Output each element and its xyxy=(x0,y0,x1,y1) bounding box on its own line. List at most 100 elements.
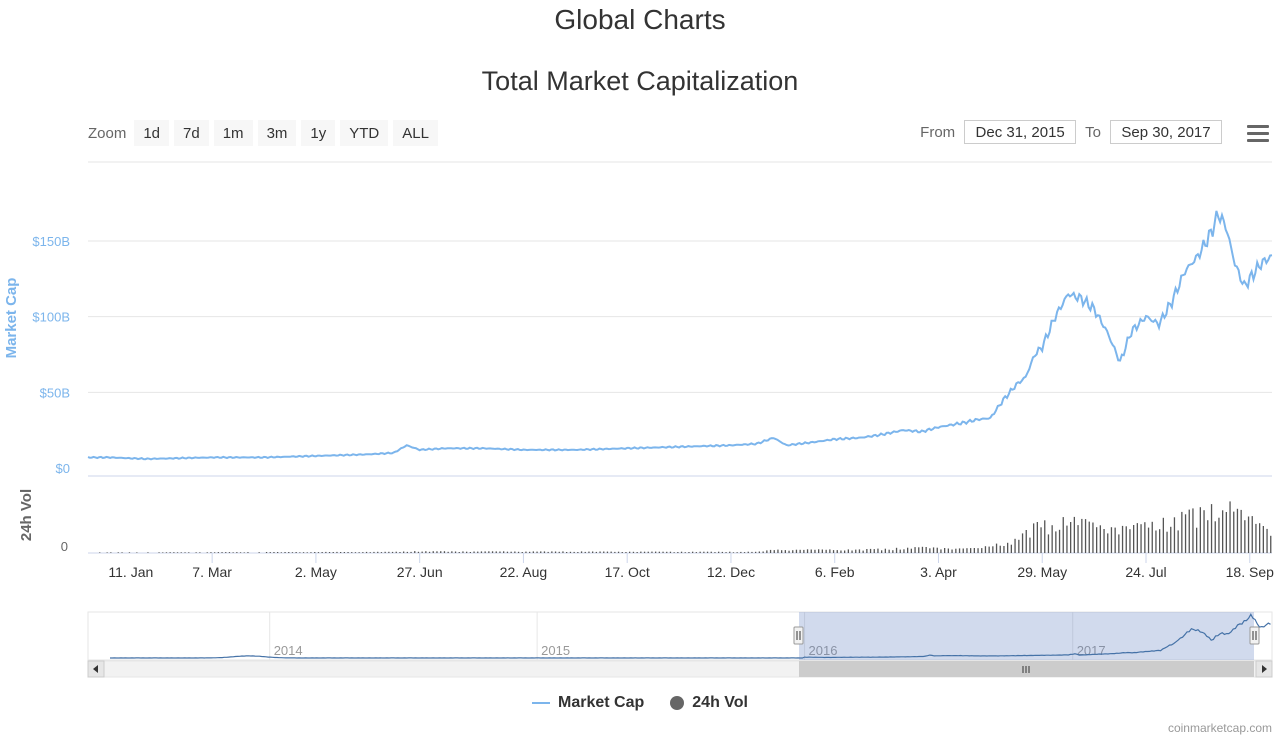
to-label: To xyxy=(1085,123,1101,141)
volume-bar xyxy=(343,552,345,553)
legend-item-market-cap[interactable]: Market Cap xyxy=(532,694,644,712)
volume-bar xyxy=(284,552,286,553)
volume-bar xyxy=(495,551,497,553)
scroll-right-button[interactable] xyxy=(1255,660,1273,678)
volume-bar xyxy=(291,552,294,553)
volume-bar xyxy=(695,552,697,553)
volume-bar xyxy=(1007,542,1009,553)
volume-bar xyxy=(1244,520,1246,553)
volume-bar xyxy=(488,551,490,553)
zoom-all-button[interactable]: ALL xyxy=(393,120,438,146)
volume-bar xyxy=(354,552,357,553)
volume-bar xyxy=(966,548,968,553)
volume-bar xyxy=(1047,534,1050,553)
volume-bar xyxy=(162,552,164,553)
navigator-left-handle[interactable] xyxy=(793,626,804,645)
hamburger-menu-icon[interactable] xyxy=(1244,122,1272,146)
volume-bar xyxy=(1199,507,1201,553)
volume-bar xyxy=(640,551,642,553)
zoom-7d-button[interactable]: 7d xyxy=(174,120,209,146)
volume-bar xyxy=(280,552,282,553)
volume-bar xyxy=(1133,525,1135,553)
volume-bar xyxy=(380,552,383,553)
volume-bar xyxy=(147,552,149,553)
volume-bar xyxy=(436,551,438,553)
volume-bar xyxy=(1129,529,1131,553)
volume-bar xyxy=(732,552,735,553)
legend-item-24h-vol[interactable]: 24h Vol xyxy=(670,694,748,712)
volume-bar xyxy=(1259,523,1261,553)
volume-bar xyxy=(762,551,764,553)
zoom-controls: Zoom 1d 7d 1m 3m 1y YTD ALL xyxy=(88,120,443,146)
volume-bar xyxy=(984,546,987,553)
volume-bar xyxy=(1044,520,1046,553)
zoom-1y-button[interactable]: 1y xyxy=(301,120,336,146)
legend-label: 24h Vol xyxy=(692,694,748,711)
volume-bar xyxy=(221,552,223,553)
navigator-selected-range[interactable] xyxy=(799,612,1254,660)
volume-bar xyxy=(551,551,553,553)
volume-bar xyxy=(1051,525,1053,553)
zoom-3m-button[interactable]: 3m xyxy=(257,120,297,146)
volume-bar xyxy=(458,552,460,553)
volume-bar xyxy=(973,548,975,553)
volume-bar xyxy=(510,551,512,553)
volume-bar xyxy=(373,551,375,553)
volume-bar xyxy=(614,551,616,553)
volume-bar xyxy=(558,551,560,553)
to-date-input[interactable] xyxy=(1110,120,1222,144)
volume-bar xyxy=(499,551,501,553)
volume-bar xyxy=(1084,519,1087,553)
volume-bar xyxy=(903,549,905,553)
volume-bar xyxy=(577,552,579,553)
from-date-input[interactable] xyxy=(964,120,1077,144)
y-tick-label: $100B xyxy=(32,310,70,325)
volume-bar xyxy=(1188,509,1190,553)
volume-bar xyxy=(592,551,594,553)
zoom-1m-button[interactable]: 1m xyxy=(213,120,253,146)
zoom-1d-button[interactable]: 1d xyxy=(134,120,170,146)
credit-link[interactable]: coinmarketcap.com xyxy=(1168,721,1272,735)
chart-title: Total Market Capitalization xyxy=(481,66,799,96)
volume-bar xyxy=(388,551,390,553)
volume-bar xyxy=(721,551,723,553)
volume-bar xyxy=(662,551,664,553)
scroll-left-button[interactable] xyxy=(87,660,105,678)
x-tick-label: 18. Sep xyxy=(1226,564,1274,580)
volume-bar xyxy=(1233,511,1235,553)
x-tick-label: 17. Oct xyxy=(605,564,650,580)
navigator-year-label: 2014 xyxy=(274,643,303,658)
volume-bar xyxy=(1118,534,1120,553)
volume-bar xyxy=(895,547,898,553)
volume-bar xyxy=(784,550,786,553)
volume-bar xyxy=(239,552,242,553)
volume-bar xyxy=(655,551,657,553)
from-label: From xyxy=(920,123,956,141)
navigator-right-handle[interactable] xyxy=(1249,626,1260,645)
volume-bar xyxy=(792,550,794,553)
volume-bar xyxy=(629,551,631,553)
volume-bar xyxy=(1125,526,1127,553)
volume-bar xyxy=(810,549,812,553)
volume-bar xyxy=(1181,511,1183,553)
chart-legend: Market Cap 24h Vol xyxy=(0,694,1280,712)
volume-bar xyxy=(914,547,916,553)
zoom-ytd-button[interactable]: YTD xyxy=(340,120,389,146)
volume-bar xyxy=(480,551,483,553)
volume-bar xyxy=(580,551,583,553)
volume-bar xyxy=(1040,527,1042,553)
volume-bar xyxy=(1107,533,1109,553)
scrollbar-track[interactable] xyxy=(87,660,1273,678)
volume-bar xyxy=(1140,524,1142,553)
volume-bar xyxy=(1073,516,1075,553)
volume-bar xyxy=(940,549,942,553)
volume-bar xyxy=(1151,521,1153,553)
volume-bar xyxy=(1270,535,1272,553)
volume-bar xyxy=(362,552,364,553)
volume-bar xyxy=(1110,527,1113,553)
x-tick-label: 29. May xyxy=(1017,564,1067,580)
volume-bar xyxy=(818,549,820,553)
scrollbar-thumb[interactable] xyxy=(799,661,1254,677)
volume-bar xyxy=(925,547,927,553)
volume-bar xyxy=(1010,544,1012,553)
